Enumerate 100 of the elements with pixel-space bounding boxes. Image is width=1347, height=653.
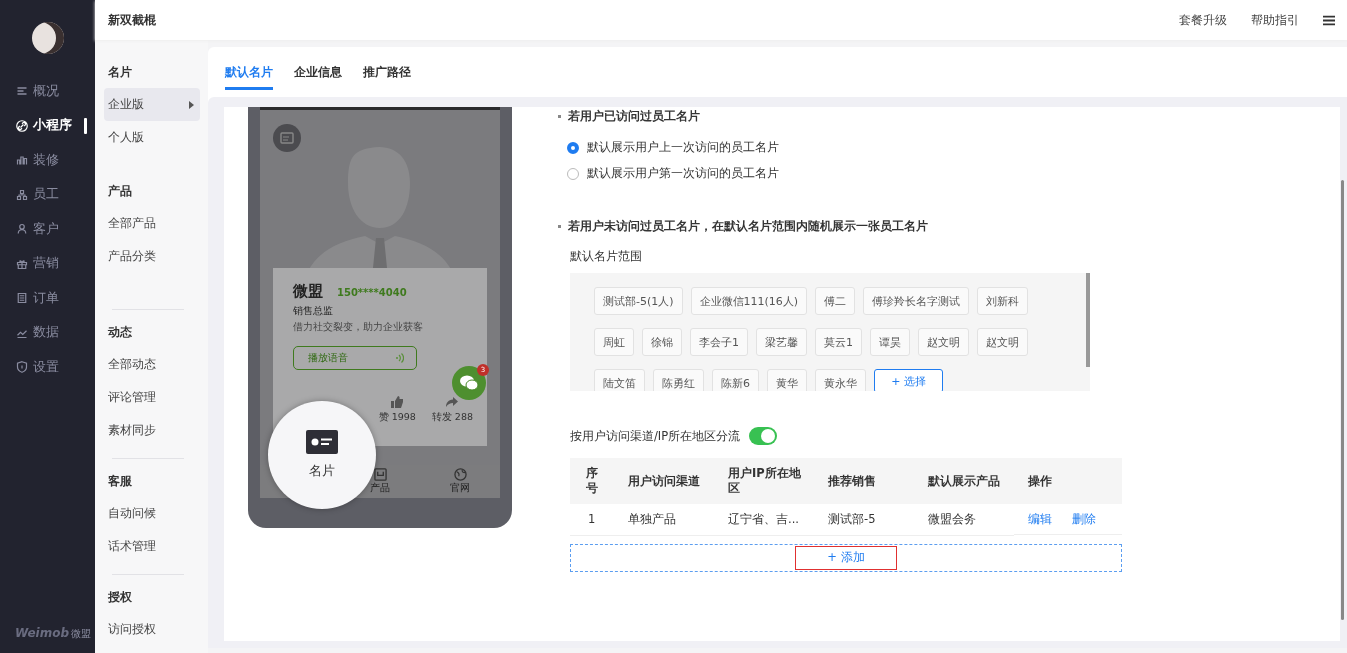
nav-item[interactable]: 员工 [0, 177, 95, 212]
brand-name: 微盟 [71, 627, 92, 641]
action-link[interactable]: 删除 [1072, 511, 1096, 527]
globe-icon [453, 468, 467, 481]
shield-icon [16, 361, 28, 374]
nav-item[interactable]: 数据 [0, 315, 95, 350]
phone-tab[interactable]: 产品 [370, 468, 390, 495]
section-title: 名片 [107, 64, 133, 81]
nav-item[interactable]: 客户 [0, 212, 95, 247]
tag[interactable]: 赵文明 [977, 328, 1028, 356]
tab[interactable]: 企业信息 [294, 64, 342, 90]
menu-icon[interactable] [1323, 14, 1335, 26]
nav-item[interactable]: 设置 [0, 350, 95, 385]
switch-label: 按用户访问渠道/IP所在地区分流 [570, 428, 741, 444]
brand-logo: Weimob [15, 626, 70, 640]
action-link[interactable]: 编辑 [1028, 511, 1052, 527]
table-cell: 微盟会务 [914, 504, 1014, 535]
radio-button[interactable] [567, 141, 579, 154]
table-cell: 单独产品 [614, 504, 714, 535]
gift-icon [16, 257, 28, 270]
bar-chart-icon [16, 154, 28, 167]
thumbs-up-icon [391, 396, 404, 408]
tab[interactable]: 默认名片 [225, 64, 273, 90]
table-cell: 1 [570, 504, 614, 535]
tag[interactable]: 刘新科 [977, 287, 1029, 315]
sidebar-item[interactable]: 话术管理 [104, 530, 200, 563]
tag[interactable]: 赵文明 [918, 328, 969, 356]
tag[interactable]: 傅珍羚长名字测试 [863, 287, 970, 315]
sidebar-item[interactable]: 产品分类 [104, 240, 200, 273]
table-cell: 测试部-5 [814, 504, 914, 535]
header-link[interactable]: 帮助指引 [1251, 12, 1299, 28]
box-icon [373, 468, 387, 481]
card-position: 销售总监 [293, 305, 334, 318]
nav-item[interactable]: 小程序 [0, 108, 95, 143]
section-heading: 若用户未访问过员工名片，在默认名片范围内随机展示一张员工名片 [558, 219, 1340, 234]
section-title: 产品 [107, 183, 133, 200]
sidebar-item[interactable]: 访问授权 [104, 613, 200, 646]
card-name: 微盟 [293, 282, 323, 301]
tag[interactable]: 黄永华 [815, 369, 866, 391]
section-title: 授权 [107, 589, 133, 606]
radio-option[interactable]: 默认展示用户第一次访问的员工名片 [567, 166, 1340, 181]
id-card-icon [306, 430, 338, 454]
column-header: 默认展示产品 [914, 458, 1014, 504]
section-title: 动态 [107, 324, 133, 341]
share-arrow-icon [446, 396, 459, 408]
column-header: 用户IP所在地区 [714, 458, 814, 504]
sidebar-item[interactable]: 素材同步 [104, 414, 200, 447]
section-title: 客服 [107, 473, 133, 490]
tag[interactable]: 李会子1 [690, 328, 748, 356]
card-slogan: 借力社交裂变，助力企业获客 [293, 321, 424, 334]
tab[interactable]: 推广路径 [363, 64, 411, 90]
chat-bubbles-icon [459, 375, 479, 391]
tag[interactable]: 周虹 [594, 328, 634, 356]
active-indicator [84, 117, 87, 134]
tag[interactable]: 黄华 [767, 369, 807, 391]
table-cell: 辽宁省、吉... [714, 504, 814, 535]
nav-item[interactable]: 订单 [0, 281, 95, 316]
sidebar-item[interactable]: 全部产品 [104, 207, 200, 240]
phone-tab[interactable]: 官网 [450, 468, 470, 495]
user-icon [16, 223, 28, 236]
card-phone: 150****4040 [337, 287, 407, 298]
document-icon [16, 292, 28, 305]
org-chart-icon [16, 188, 28, 201]
card-icon [273, 124, 301, 152]
tag[interactable]: 陈新6 [712, 369, 759, 391]
tag[interactable]: 梁艺馨 [756, 328, 807, 356]
tag[interactable]: 企业微信111(16人) [690, 287, 808, 315]
nav-item[interactable]: 概况 [0, 74, 95, 109]
shop-title: 新双截棍 [108, 11, 156, 29]
scrollbar[interactable] [1341, 180, 1344, 620]
column-header: 操作 [1014, 458, 1122, 504]
radio-option[interactable]: 默认展示用户上一次访问的员工名片 [567, 140, 1340, 155]
toggle-switch[interactable] [749, 427, 778, 445]
tag[interactable]: 陆文笛 [594, 369, 645, 391]
like-count: 赞 1998 [378, 411, 416, 424]
tag[interactable]: 莫云1 [815, 328, 862, 356]
select-button[interactable]: + 选择 [874, 369, 943, 391]
sidebar-item[interactable]: 个人版 [104, 121, 200, 154]
tag[interactable]: 测试部-5(1人) [594, 287, 683, 315]
link-icon [16, 119, 28, 132]
section-heading: 若用户已访问过员工名片 [558, 109, 1340, 124]
nav-item[interactable]: 装修 [0, 143, 95, 178]
scrollbar[interactable] [1086, 273, 1090, 367]
tag[interactable]: 陈勇红 [653, 369, 704, 391]
nav-item[interactable]: 营销 [0, 246, 95, 281]
sidebar-item[interactable]: 自动问候 [104, 497, 200, 530]
add-button[interactable]: + 添加 [795, 545, 897, 570]
sidebar-item[interactable]: 企业版 [104, 88, 200, 121]
sidebar-item[interactable]: 全部动态 [104, 348, 200, 381]
header-link[interactable]: 套餐升级 [1179, 12, 1227, 28]
tag[interactable]: 傅二 [815, 287, 856, 315]
sidebar-item[interactable]: 评论管理 [104, 381, 200, 414]
magnifier-label: 名片 [309, 462, 335, 480]
tag[interactable]: 谭昊 [870, 328, 910, 356]
tag[interactable]: 徐锦 [642, 328, 682, 356]
avatar[interactable] [31, 22, 64, 54]
caret-icon [189, 100, 194, 109]
column-header: 推荐销售 [814, 458, 914, 504]
field-label: 默认名片范围 [570, 249, 643, 264]
column-header: 用户访问渠道 [614, 458, 714, 504]
